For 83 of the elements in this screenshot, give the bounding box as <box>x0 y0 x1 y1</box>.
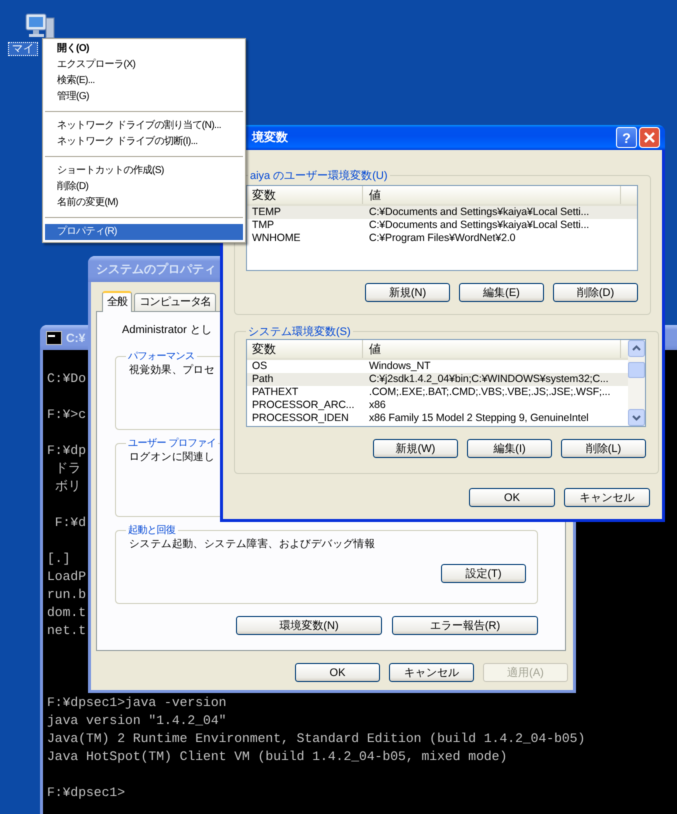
variable-value: C:¥j2sdk1.4.2_04¥bin;C:¥WINDOWS¥system32;C... <box>368 373 610 386</box>
list-row[interactable]: TEMP C:¥Documents and Settings¥kaiya¥Local Setti... <box>247 206 637 219</box>
console-line: net.t <box>47 623 86 638</box>
group-label: 起動と回復 <box>127 524 176 537</box>
list-row[interactable]: PROCESSOR_ARC... x86 <box>247 399 628 412</box>
column-header[interactable]: 値 <box>363 340 621 358</box>
help-button[interactable]: ? <box>616 127 637 148</box>
group-description: ログオンに関連し <box>129 451 215 463</box>
variable-name: TEMP <box>251 206 282 219</box>
group-label: aiya のユーザー環境変数(U) <box>249 168 389 183</box>
console-icon <box>46 330 62 344</box>
menu-item[interactable]: 名前の変更(M) <box>45 195 243 211</box>
menu-item[interactable]: 検索(E)... <box>45 73 243 89</box>
console-line: ボリ <box>54 479 81 494</box>
dialog-button[interactable]: 削除(L) <box>561 439 646 458</box>
group-label: ユーザー プロファイ <box>127 436 217 450</box>
intro-text: Administrator とし <box>122 324 212 336</box>
variable-name: Path <box>251 373 274 386</box>
menu-item[interactable]: ネットワーク ドライブの割り当て(N)... <box>45 118 243 134</box>
settings-button[interactable]: 設定(T) <box>441 564 526 583</box>
column-header[interactable]: 変数 <box>247 340 363 358</box>
dialog-button[interactable]: 編集(I) <box>467 439 552 458</box>
dialog-button[interactable]: 新規(W) <box>373 439 458 458</box>
group-description: 視覚効果、プロセ <box>129 364 215 376</box>
close-icon[interactable] <box>639 127 660 148</box>
menu-item[interactable]: ショートカットの作成(S) <box>45 163 243 179</box>
scroll-down-icon[interactable] <box>628 409 645 426</box>
console-line: Java(TM) 2 Runtime Environment, Standard Edition (build 1.4.2_04-b05) <box>47 731 586 746</box>
scroll-up-icon[interactable] <box>628 340 645 357</box>
console-line: java version "1.4.2_04" <box>47 713 226 728</box>
variable-value: .COM;.EXE;.BAT;.CMD;.VBS;.VBE;.JS;.JSE;.WSF;... <box>368 386 612 399</box>
variable-name: PATHEXT <box>251 386 300 399</box>
list-row[interactable]: OS Windows_NT <box>247 360 628 373</box>
console-line: LoadP <box>47 569 86 584</box>
variable-name: OS <box>251 360 268 373</box>
group-description: システム起動、システム障害、およびデバッグ情報 <box>129 538 376 550</box>
group-label: パフォーマンス <box>127 350 196 363</box>
list-row[interactable]: WNHOME C:¥Program Files¥WordNet¥2.0 <box>247 232 637 245</box>
menu-item[interactable]: プロパティ(R) <box>45 224 243 240</box>
window-title: システムのプロパティ <box>96 260 216 278</box>
list-row[interactable]: Path C:¥j2sdk1.4.2_04¥bin;C:¥WINDOWS¥system32;C... <box>247 373 628 386</box>
column-header[interactable]: 変数 <box>247 186 363 204</box>
console-line: F:¥>c <box>47 407 86 422</box>
console-line: run.b <box>47 587 86 602</box>
variable-value: Windows_NT <box>368 360 432 373</box>
variable-value: x86 Family 15 Model 2 Stepping 9, GenuineIntel <box>368 412 590 425</box>
variable-name: WNHOME <box>251 232 302 245</box>
dialog-button[interactable]: 編集(E) <box>459 283 544 302</box>
group-label: システム環境変数(S) <box>247 324 352 339</box>
list-row[interactable]: TMP C:¥Documents and Settings¥kaiya¥Local Setti... <box>247 219 637 232</box>
variable-value: C:¥Program Files¥WordNet¥2.0 <box>368 232 516 245</box>
variable-name: PROCESSOR_IDEN <box>251 412 350 425</box>
dialog-button[interactable]: OK <box>469 488 555 507</box>
console-line: Java HotSpot(TM) Client VM (build 1.4.2_04-b05, mixed mode) <box>47 749 508 764</box>
console-line: dom.t <box>47 605 86 620</box>
list-row[interactable]: PATHEXT .COM;.EXE;.BAT;.CMD;.VBS;.VBE;.JS;.JSE;.WSF;... <box>247 386 628 399</box>
console-line: F:¥dpsec1>java -version <box>47 695 226 710</box>
variable-name: PROCESSOR_ARC... <box>251 399 356 412</box>
console-line: [.] <box>47 551 70 566</box>
scroll-thumb[interactable] <box>628 362 645 378</box>
menu-item[interactable]: 管理(G) <box>45 89 243 105</box>
window-title: 境変数 <box>252 129 288 146</box>
scrollbar[interactable] <box>628 340 645 426</box>
menu-item[interactable]: ネットワーク ドライブの切断(I)... <box>45 134 243 150</box>
list-row[interactable]: PROCESSOR_IDEN x86 Family 15 Model 2 Stepping 9, GenuineIntel <box>247 412 628 425</box>
menu-item[interactable]: 削除(D) <box>45 179 243 195</box>
desktop-icon-label[interactable]: マイ <box>8 42 38 56</box>
console-line: C:¥Do <box>47 371 86 386</box>
dialog-button[interactable]: 新規(N) <box>365 283 450 302</box>
variable-name: TMP <box>251 219 275 232</box>
console-line: F:¥dpsec1> <box>47 785 126 800</box>
console-line: ドラ <box>54 461 81 476</box>
window-title: C:¥ <box>66 330 86 344</box>
variable-value: C:¥Documents and Settings¥kaiya¥Local Setti... <box>368 206 590 219</box>
variable-value: x86 <box>368 399 387 412</box>
variable-value: C:¥Documents and Settings¥kaiya¥Local Setti... <box>368 219 590 232</box>
dialog-button[interactable]: 削除(D) <box>553 283 638 302</box>
menu-item[interactable]: 開く(O) <box>45 41 243 57</box>
console-line: F:¥d <box>54 515 86 530</box>
column-header[interactable]: 値 <box>363 186 621 204</box>
menu-item[interactable]: エクスプローラ(X) <box>45 57 243 73</box>
console-line: F:¥dp <box>47 443 86 458</box>
dialog-button[interactable]: キャンセル <box>564 488 650 507</box>
